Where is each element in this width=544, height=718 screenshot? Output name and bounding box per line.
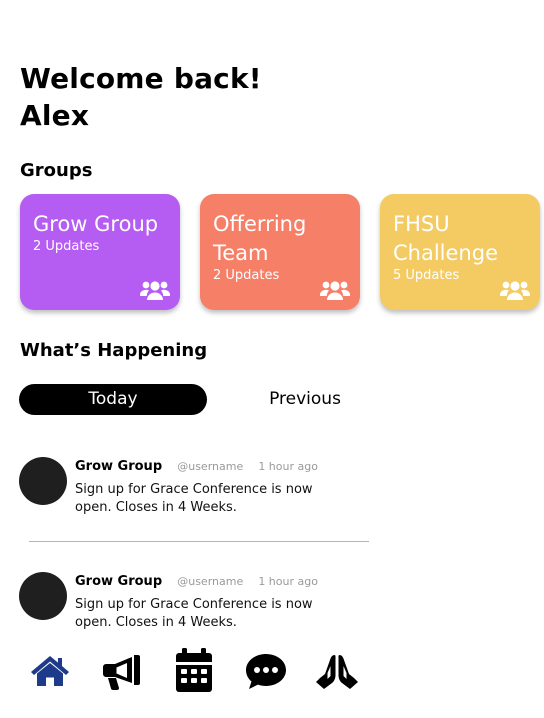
praying-hands-icon bbox=[316, 655, 358, 689]
nav-announcements-button[interactable] bbox=[100, 648, 144, 694]
user-name: Alex bbox=[20, 99, 90, 132]
users-icon bbox=[320, 281, 350, 300]
post-username: @username bbox=[177, 575, 244, 588]
group-name: Grow Group bbox=[33, 212, 159, 236]
group-card-fhsu-challenge[interactable]: FHSU Challenge 5 Updates bbox=[380, 194, 540, 310]
nav-messages-button[interactable] bbox=[244, 648, 288, 694]
feed-post[interactable]: Grow Group @username 1 hour ago Sign up … bbox=[19, 455, 369, 525]
users-icon bbox=[140, 281, 170, 300]
group-card-grow-group[interactable]: Grow Group 2 Updates bbox=[20, 194, 180, 310]
group-name: FHSU Challenge bbox=[393, 212, 498, 265]
tab-previous[interactable]: Previous bbox=[211, 384, 399, 415]
welcome-heading: Welcome back! Alex bbox=[20, 60, 262, 134]
groups-title: Groups bbox=[20, 160, 93, 181]
post-username: @username bbox=[177, 460, 244, 473]
welcome-line: Welcome back! bbox=[20, 62, 262, 95]
post-group-name: Grow Group bbox=[75, 459, 163, 474]
group-card-offerring-team[interactable]: Offerring Team 2 Updates bbox=[200, 194, 360, 310]
nav-prayer-button[interactable] bbox=[315, 648, 359, 694]
users-icon bbox=[500, 281, 530, 300]
group-name: Offerring Team bbox=[213, 212, 307, 265]
home-icon bbox=[31, 656, 69, 686]
group-updates: 2 Updates bbox=[33, 239, 100, 254]
nav-calendar-button[interactable] bbox=[172, 648, 216, 694]
post-time: 1 hour ago bbox=[258, 460, 318, 473]
feed-post[interactable]: Grow Group @username 1 hour ago Sign up … bbox=[19, 570, 369, 640]
divider bbox=[29, 541, 369, 542]
tab-today[interactable]: Today bbox=[19, 384, 207, 415]
megaphone-icon bbox=[103, 655, 140, 691]
avatar[interactable] bbox=[19, 572, 67, 620]
post-body: Sign up for Grace Conference is now open… bbox=[75, 482, 313, 515]
calendar-icon bbox=[176, 648, 212, 692]
post-meta: Grow Group @username 1 hour ago bbox=[75, 570, 318, 589]
post-body: Sign up for Grace Conference is now open… bbox=[75, 597, 313, 630]
nav-home-button[interactable] bbox=[28, 648, 72, 694]
post-time: 1 hour ago bbox=[258, 575, 318, 588]
avatar[interactable] bbox=[19, 457, 67, 505]
whats-happening-title: What’s Happening bbox=[20, 340, 208, 361]
chat-icon bbox=[246, 654, 286, 689]
post-group-name: Grow Group bbox=[75, 574, 163, 589]
post-meta: Grow Group @username 1 hour ago bbox=[75, 455, 318, 474]
